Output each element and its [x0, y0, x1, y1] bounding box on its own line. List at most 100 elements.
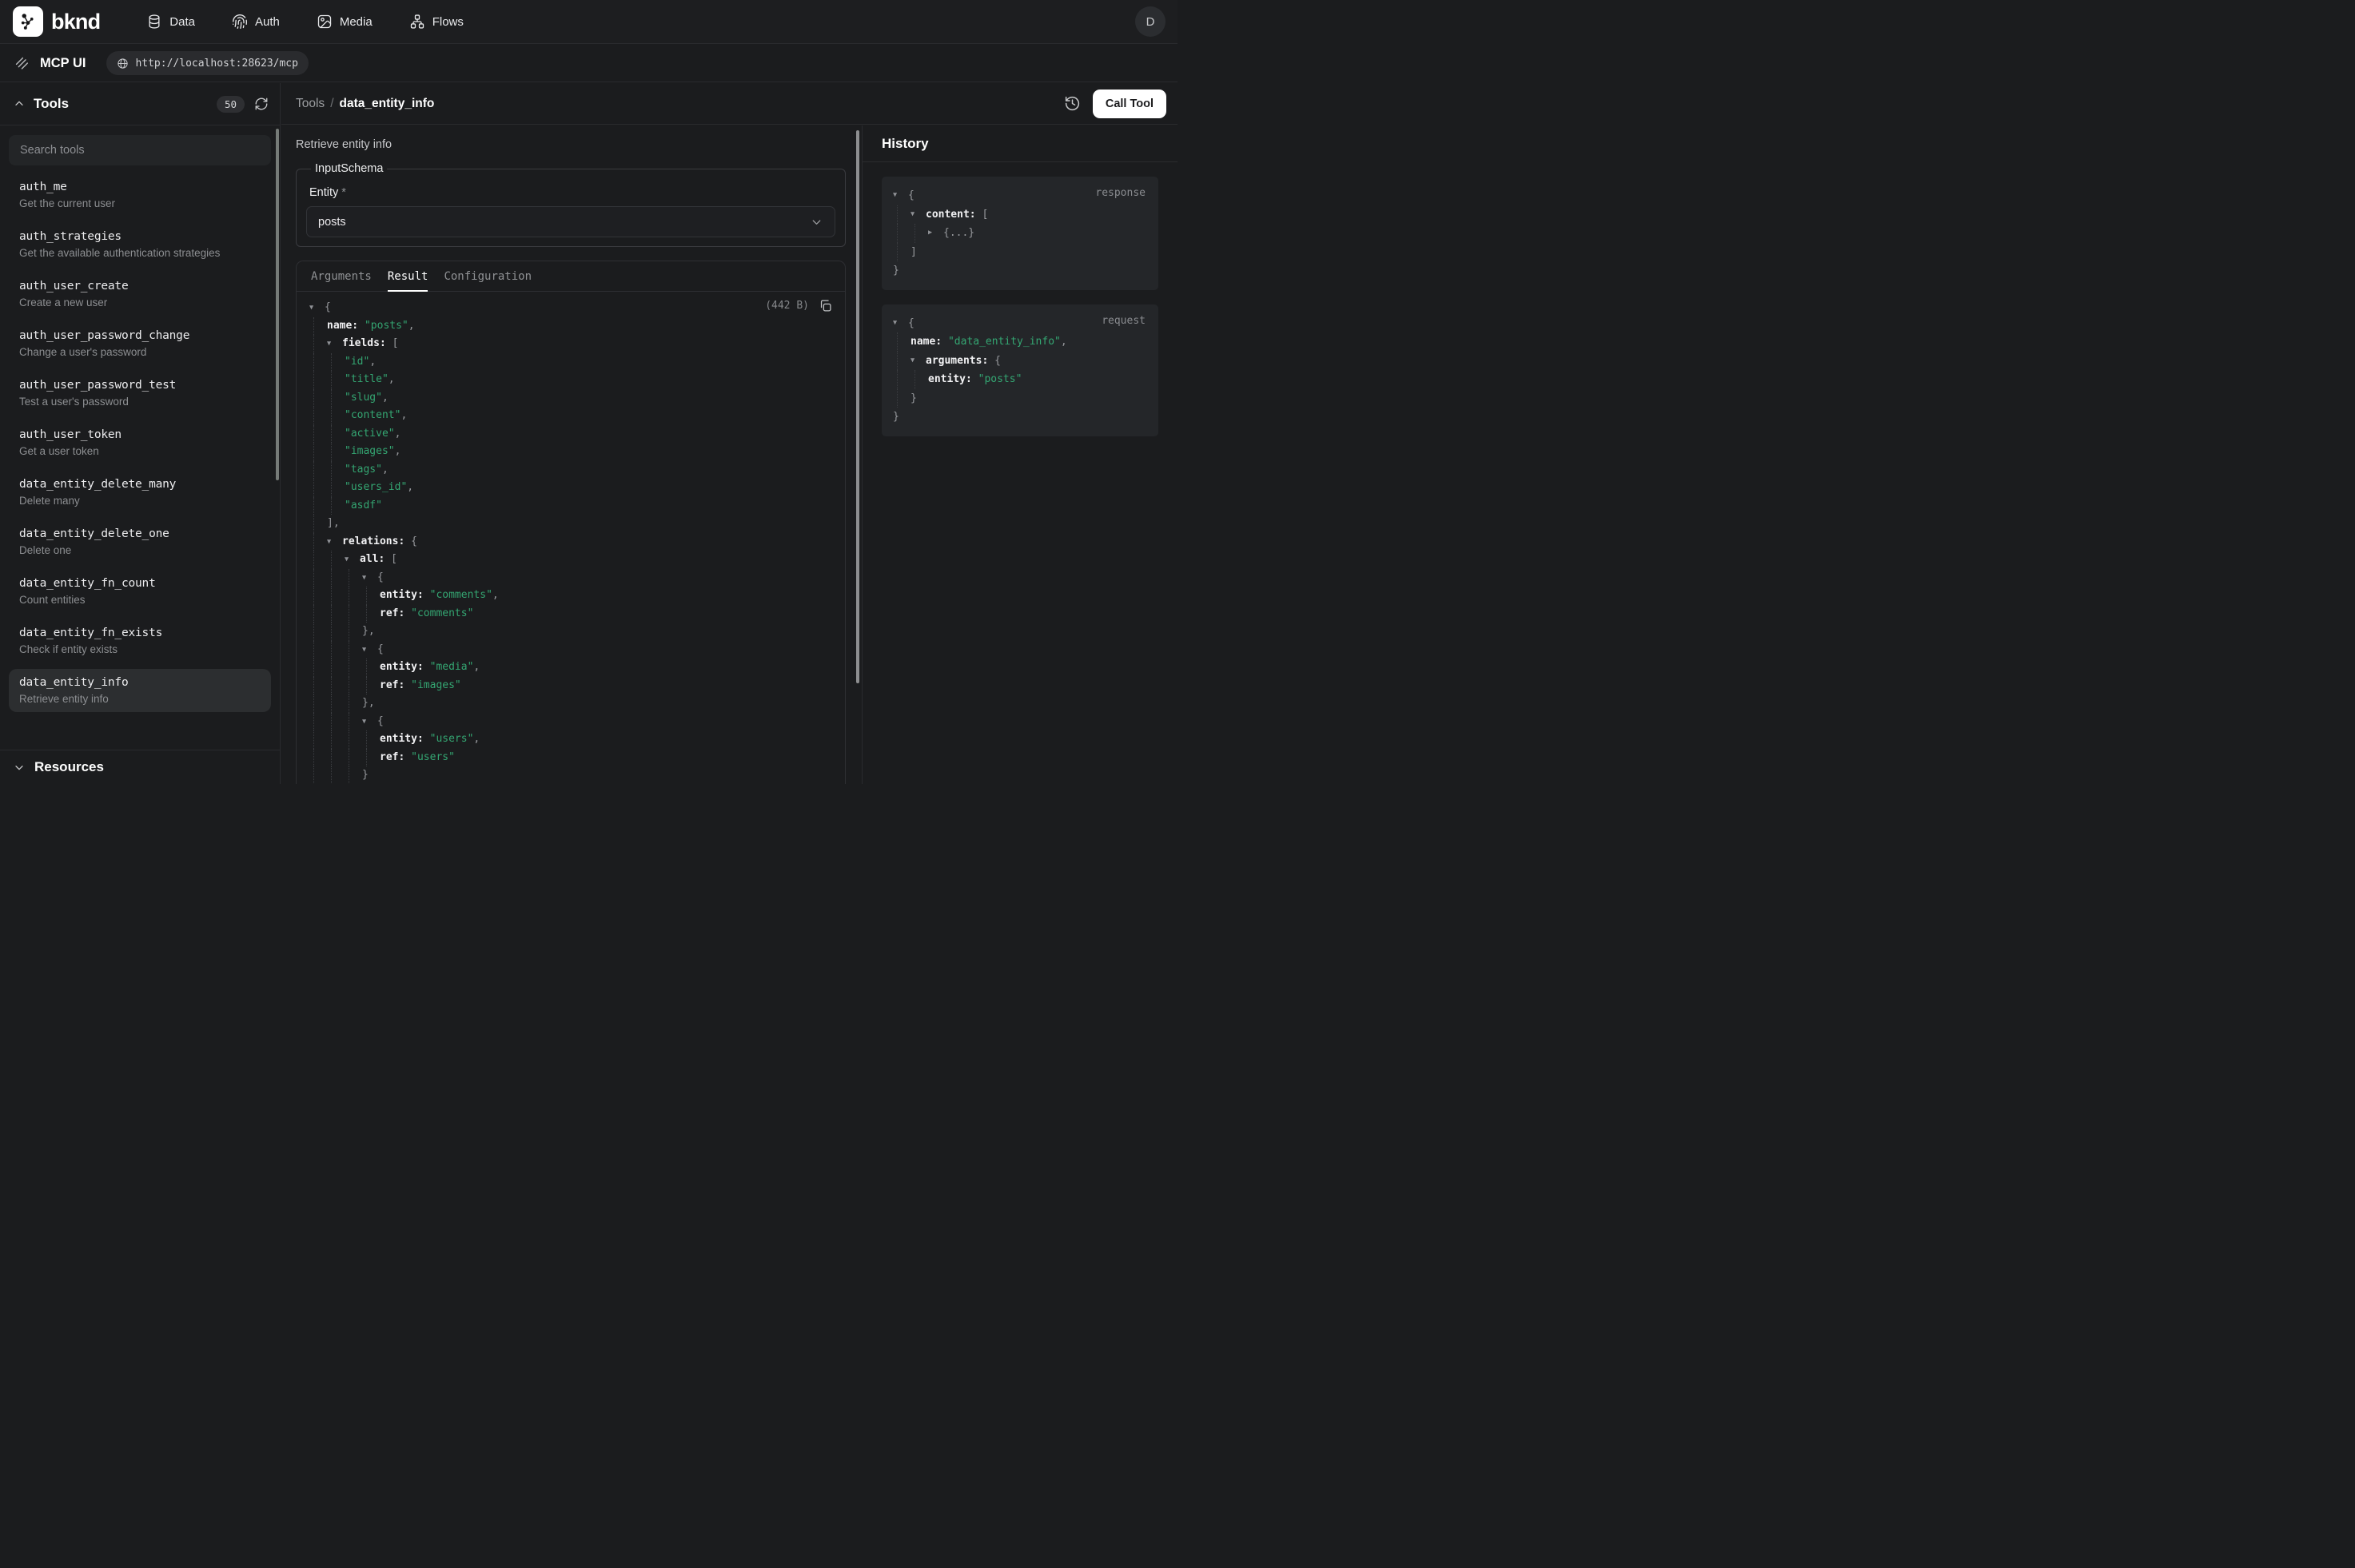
chevron-up-icon[interactable]: [13, 98, 26, 110]
tab-configuration[interactable]: Configuration: [436, 261, 540, 291]
history-header: History: [863, 125, 1178, 162]
indent-guide: [327, 623, 345, 641]
json-line: "slug",: [309, 389, 832, 408]
mcp-logo-icon: [13, 54, 30, 72]
bknd-logo-icon[interactable]: [13, 6, 43, 37]
collapse-caret-icon[interactable]: ▼: [893, 186, 908, 205]
tab-result[interactable]: Result: [380, 261, 436, 291]
expand-caret-icon[interactable]: ▶: [928, 224, 943, 243]
indent-guide: [309, 677, 327, 695]
collapse-caret-icon[interactable]: ▼: [309, 299, 325, 317]
required-marker: *: [341, 186, 346, 199]
sidebar-item-data_entity_fn_exists[interactable]: data_entity_fn_exists Check if entity ex…: [9, 619, 271, 663]
mcp-ui-title: MCP UI: [40, 56, 86, 71]
tools-list: auth_me Get the current user auth_strate…: [0, 165, 280, 712]
nav-item-auth[interactable]: Auth: [232, 14, 280, 30]
collapse-caret-icon[interactable]: ▼: [327, 533, 342, 551]
json-line: ▼{: [309, 569, 832, 587]
json-line: ▼{: [309, 299, 832, 317]
json-line: ref: "images": [309, 677, 832, 695]
tool-description: Retrieve entity info: [296, 138, 846, 151]
indent-guide: [893, 389, 911, 408]
history-icon[interactable]: [1064, 95, 1081, 112]
tab-arguments[interactable]: Arguments: [303, 261, 380, 291]
history-entry-response[interactable]: response ▼{▼content: [▶{...}]}: [882, 177, 1158, 290]
indent-guide: [327, 551, 345, 569]
tool-detail-header: Tools / data_entity_info Call Tool: [281, 83, 1178, 125]
json-line: }: [893, 261, 1147, 281]
indent-guide: [345, 641, 362, 659]
user-avatar[interactable]: D: [1135, 6, 1166, 37]
collapse-caret-icon[interactable]: ▼: [911, 205, 926, 225]
collapse-caret-icon[interactable]: ▼: [327, 335, 342, 353]
indent-guide: [345, 713, 362, 731]
indent-guide: [327, 443, 345, 461]
indent-guide: [309, 551, 327, 569]
indent-guide: [327, 641, 345, 659]
indent-guide: [893, 370, 911, 389]
entity-select[interactable]: posts: [306, 206, 835, 237]
top-nav-items: Data Auth Media Flows: [146, 14, 464, 30]
sidebar-item-data_entity_fn_count[interactable]: data_entity_fn_count Count entities: [9, 570, 271, 613]
json-line: "active",: [309, 425, 832, 444]
indent-guide: [893, 332, 911, 352]
sidebar-item-auth_strategies[interactable]: auth_strategies Get the available authen…: [9, 223, 271, 266]
json-line: ▼relations: {: [309, 533, 832, 551]
collapse-caret-icon[interactable]: ▼: [362, 713, 377, 731]
nav-item-media[interactable]: Media: [317, 14, 373, 30]
sidebar-item-auth_user_password_test[interactable]: auth_user_password_test Test a user's pa…: [9, 372, 271, 415]
indent-guide: [893, 205, 911, 225]
indent-guide: [362, 677, 380, 695]
json-line: ],: [309, 515, 832, 533]
indent-guide: [345, 659, 362, 677]
history-entry-request[interactable]: request ▼{name: "data_entity_info",▼argu…: [882, 304, 1158, 436]
nav-item-data[interactable]: Data: [146, 14, 195, 30]
collapse-caret-icon[interactable]: ▼: [345, 551, 360, 569]
indent-guide: [327, 713, 345, 731]
call-tool-button[interactable]: Call Tool: [1093, 90, 1166, 118]
sidebar-item-auth_me[interactable]: auth_me Get the current user: [9, 173, 271, 217]
sidebar-scrollbar[interactable]: [276, 129, 279, 480]
json-line: "asdf": [309, 497, 832, 515]
breadcrumb-separator: /: [330, 97, 333, 111]
tools-scroll-area: auth_me Get the current user auth_strate…: [0, 125, 280, 750]
workflow-icon: [409, 14, 425, 30]
sidebar-item-data_entity_info[interactable]: data_entity_info Retrieve entity info: [9, 669, 271, 712]
result-container: Arguments Result Configuration (442 B) ▼…: [296, 261, 846, 784]
nav-item-flows[interactable]: Flows: [409, 14, 464, 30]
sidebar-item-data_entity_delete_one[interactable]: data_entity_delete_one Delete one: [9, 520, 271, 563]
sidebar-item-auth_user_create[interactable]: auth_user_create Create a new user: [9, 273, 271, 316]
resources-section-header[interactable]: Resources: [0, 750, 280, 784]
collapse-caret-icon[interactable]: ▼: [911, 352, 926, 371]
json-line: ▼all: [: [309, 551, 832, 569]
refresh-tools-button[interactable]: [254, 97, 269, 111]
copy-icon[interactable]: [819, 299, 832, 312]
indent-guide: [893, 224, 911, 243]
request-json-viewer: ▼{name: "data_entity_info",▼arguments: {…: [893, 314, 1147, 427]
indent-guide: [327, 389, 345, 408]
sidebar-item-auth_user_token[interactable]: auth_user_token Get a user token: [9, 421, 271, 464]
sidebar-item-data_entity_delete_many[interactable]: data_entity_delete_many Delete many: [9, 471, 271, 514]
indent-guide: [309, 641, 327, 659]
json-line: }: [309, 766, 832, 784]
main-scrollbar[interactable]: [856, 130, 859, 683]
indent-guide: [309, 766, 327, 784]
indent-guide: [327, 353, 345, 372]
indent-guide: [362, 587, 380, 605]
indent-guide: [309, 497, 327, 515]
indent-guide: [327, 659, 345, 677]
indent-guide: [309, 425, 327, 444]
server-url-pill[interactable]: http://localhost:28623/mcp: [106, 51, 309, 75]
collapse-caret-icon[interactable]: ▼: [362, 569, 377, 587]
search-tools-input[interactable]: [9, 135, 271, 165]
collapse-caret-icon[interactable]: ▼: [362, 641, 377, 659]
indent-guide: [911, 224, 928, 243]
sidebar-item-auth_user_password_change[interactable]: auth_user_password_change Change a user'…: [9, 322, 271, 365]
collapse-caret-icon[interactable]: ▼: [893, 314, 908, 333]
mcp-bar: MCP UI http://localhost:28623/mcp: [0, 45, 1178, 82]
breadcrumb-section[interactable]: Tools: [296, 97, 325, 111]
indent-guide: [309, 605, 327, 623]
indent-guide: [309, 353, 327, 372]
indent-guide: [327, 677, 345, 695]
indent-guide: [309, 569, 327, 587]
